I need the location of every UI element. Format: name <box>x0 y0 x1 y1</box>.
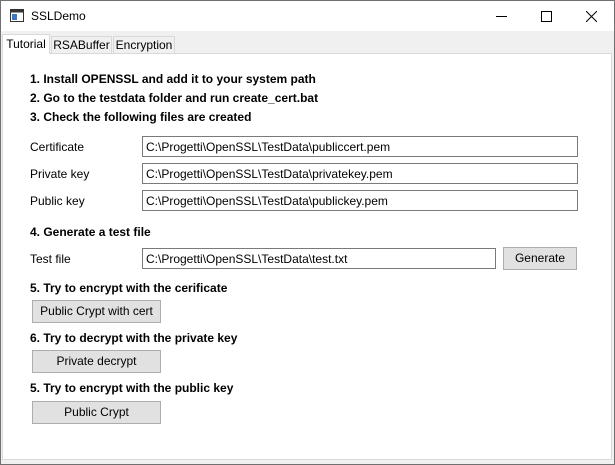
public-crypt-button[interactable]: Public Crypt <box>32 401 161 424</box>
public-crypt-with-cert-button[interactable]: Public Crypt with cert <box>32 300 161 323</box>
step-4-heading: 4. Generate a test file <box>30 225 151 239</box>
certificate-path-field[interactable] <box>142 136 578 157</box>
minimize-button[interactable] <box>479 1 524 31</box>
maximize-button[interactable] <box>524 1 569 31</box>
step-6-heading: 6. Try to decrypt with the private key <box>30 331 238 345</box>
generate-button[interactable]: Generate <box>503 247 577 270</box>
private-key-path-field[interactable] <box>142 163 578 184</box>
title-bar[interactable]: SSLDemo <box>1 1 614 31</box>
step-3-heading: 3. Check the following files are created <box>30 110 252 124</box>
app-window-icon <box>10 9 24 22</box>
close-icon <box>586 11 597 22</box>
step-5b-heading: 5. Try to encrypt with the public key <box>30 381 234 395</box>
maximize-icon <box>541 11 552 22</box>
public-key-label: Public key <box>30 194 85 208</box>
step-2-heading: 2. Go to the testdata folder and run cre… <box>30 91 319 105</box>
public-key-path-field[interactable] <box>142 190 578 211</box>
tab-rsabuffer[interactable]: RSABuffer <box>51 36 112 53</box>
close-button[interactable] <box>569 1 614 31</box>
app-window: SSLDemo Tutorial RSABuffer Encryption 1.… <box>0 0 615 465</box>
tab-encryption[interactable]: Encryption <box>113 36 175 53</box>
test-file-label: Test file <box>30 252 71 266</box>
test-file-path-field[interactable] <box>142 248 496 269</box>
private-key-label: Private key <box>30 167 90 181</box>
tab-tutorial[interactable]: Tutorial <box>2 34 50 54</box>
window-title: SSLDemo <box>31 9 86 23</box>
private-decrypt-button[interactable]: Private decrypt <box>32 350 161 373</box>
step-5a-heading: 5. Try to encrypt with the cerificate <box>30 281 228 295</box>
step-1-heading: 1. Install OPENSSL and add it to your sy… <box>30 72 316 86</box>
tutorial-panel: 1. Install OPENSSL and add it to your sy… <box>2 53 612 460</box>
certificate-label: Certificate <box>30 140 85 154</box>
minimize-icon <box>496 16 507 17</box>
